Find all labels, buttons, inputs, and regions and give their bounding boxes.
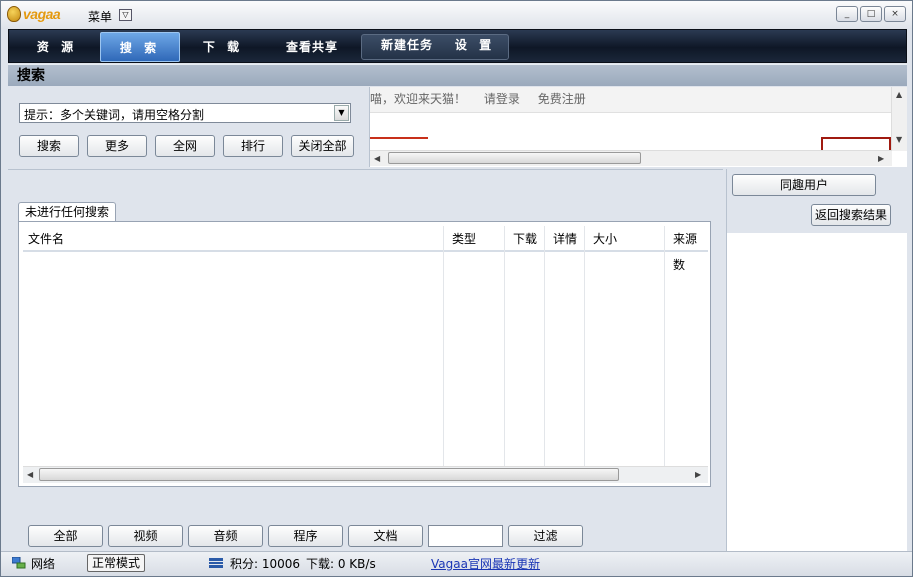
scroll-down-icon[interactable]: ▼ — [896, 135, 902, 144]
column-divider — [504, 226, 505, 468]
web-vertical-scrollbar[interactable]: ▲ ▼ — [891, 87, 907, 151]
table-header: 文件名 类型 下载 详情 大小 来源数 — [23, 226, 708, 272]
scroll-thumb[interactable] — [39, 468, 619, 481]
tab-search[interactable]: 搜 索 — [100, 32, 180, 62]
points-value: 积分: 10006 — [230, 557, 301, 571]
whole-net-button[interactable]: 全网 — [155, 135, 215, 157]
scroll-up-icon[interactable]: ▲ — [896, 90, 902, 99]
column-divider — [584, 226, 585, 468]
download-speed: 下载: 0 KB/s — [306, 557, 376, 571]
column-divider — [544, 226, 545, 468]
col-download[interactable]: 下载 — [508, 226, 537, 252]
col-sources[interactable]: 来源数 — [668, 226, 708, 272]
register-link[interactable]: 免费注册 — [538, 92, 586, 106]
chevron-down-icon[interactable]: ▼ — [334, 105, 349, 121]
vagaa-logo: vagaa — [7, 5, 61, 23]
network-icon — [12, 557, 26, 569]
search-input[interactable]: 提示：多个关键词，请用空格分割 ▼ — [19, 103, 351, 123]
filter-video-button[interactable]: 视频 — [108, 525, 183, 547]
close-all-button[interactable]: 关闭全部 — [291, 135, 354, 157]
menu-dropdown-icon[interactable]: ▽ — [119, 9, 132, 21]
search-button[interactable]: 搜索 — [19, 135, 79, 157]
side-panel: 同趣用户 返回搜索结果 — [726, 169, 908, 551]
tab-resources[interactable]: 资 源 — [17, 32, 97, 62]
column-divider — [664, 226, 665, 468]
filter-audio-button[interactable]: 音频 — [188, 525, 263, 547]
col-size[interactable]: 大小 — [588, 226, 617, 252]
status-bar: 网络 正常模式 积分: 10006 下载: 0 KB/s Vagaa官网最新更新 — [1, 551, 912, 576]
main-nav: 资 源 搜 索 下 载 查看共享 新建任务 设 置 — [8, 29, 907, 63]
web-banner: 喵，欢迎来天猫！ 请登录 免费注册 ▲ ▼ ◀ ▶ — [369, 87, 907, 167]
scroll-left-icon[interactable]: ◀ — [374, 154, 380, 163]
network-status: 网络 — [31, 557, 56, 571]
search-hint-text: 提示：多个关键词，请用空格分割 — [24, 108, 205, 122]
table-horizontal-scrollbar[interactable]: ◀ ▶ — [23, 466, 708, 483]
scroll-left-icon[interactable]: ◀ — [27, 470, 33, 479]
logo-text: vagaa — [23, 6, 61, 22]
tab-download[interactable]: 下 载 — [183, 32, 263, 62]
web-header: 喵，欢迎来天猫！ 请登录 免费注册 — [370, 87, 892, 113]
filter-all-button[interactable]: 全部 — [28, 525, 103, 547]
close-button[interactable]: × — [884, 6, 906, 22]
minimize-button[interactable]: _ — [836, 6, 858, 22]
cat-mascot-icon — [7, 6, 21, 22]
tmall-logo-fragment — [370, 137, 428, 151]
scroll-right-icon[interactable]: ▶ — [695, 470, 701, 479]
same-interest-users-button[interactable]: 同趣用户 — [732, 174, 876, 196]
tab-settings[interactable]: 设 置 — [445, 30, 505, 60]
more-button[interactable]: 更多 — [87, 135, 147, 157]
login-link[interactable]: 请登录 — [484, 92, 520, 106]
results-panel: 未进行任何搜索 文件名 类型 下载 详情 大小 来源数 ◀ ▶ 全部 视频 音频… — [8, 169, 723, 551]
results-table[interactable]: 文件名 类型 下载 详情 大小 来源数 ◀ ▶ — [18, 221, 711, 487]
update-link[interactable]: Vagaa官网最新更新 — [431, 556, 540, 572]
col-filename[interactable]: 文件名 — [23, 226, 64, 252]
web-horizontal-scrollbar[interactable]: ◀ ▶ — [370, 150, 892, 166]
app-window: vagaa 菜单 ▽ _ □ × 资 源 搜 索 下 载 查看共享 新建任务 设… — [0, 0, 913, 577]
web-search-box[interactable] — [821, 137, 891, 151]
tab-new-task[interactable]: 新建任务 — [367, 30, 447, 60]
points-icon — [209, 558, 223, 568]
page-title: 搜索 — [8, 64, 907, 86]
back-to-results-button[interactable]: 返回搜索结果 — [811, 204, 891, 226]
restore-button[interactable]: □ — [860, 6, 882, 22]
welcome-text: 喵，欢迎来天猫！ — [370, 92, 467, 106]
column-divider — [443, 226, 444, 468]
scroll-thumb[interactable] — [388, 152, 641, 164]
main-menu-label[interactable]: 菜单 — [88, 8, 112, 25]
filter-input[interactable] — [428, 525, 503, 547]
col-details[interactable]: 详情 — [548, 226, 577, 252]
tab-view-shares[interactable]: 查看共享 — [267, 32, 357, 62]
filter-program-button[interactable]: 程序 — [268, 525, 343, 547]
mode-button[interactable]: 正常模式 — [87, 554, 146, 572]
search-panel: 提示：多个关键词，请用空格分割 ▼ 搜索 更多 全网 排行 关闭全部 — [8, 87, 369, 167]
ranking-button[interactable]: 排行 — [223, 135, 283, 157]
col-type[interactable]: 类型 — [447, 226, 476, 252]
scroll-right-icon[interactable]: ▶ — [878, 154, 884, 163]
filter-apply-button[interactable]: 过滤 — [508, 525, 583, 547]
side-toolbar: 同趣用户 返回搜索结果 — [727, 169, 908, 233]
filter-document-button[interactable]: 文档 — [348, 525, 423, 547]
title-bar: vagaa 菜单 ▽ _ □ × — [1, 1, 912, 29]
results-tab[interactable]: 未进行任何搜索 — [18, 202, 117, 222]
window-controls: _ □ × — [836, 6, 906, 22]
